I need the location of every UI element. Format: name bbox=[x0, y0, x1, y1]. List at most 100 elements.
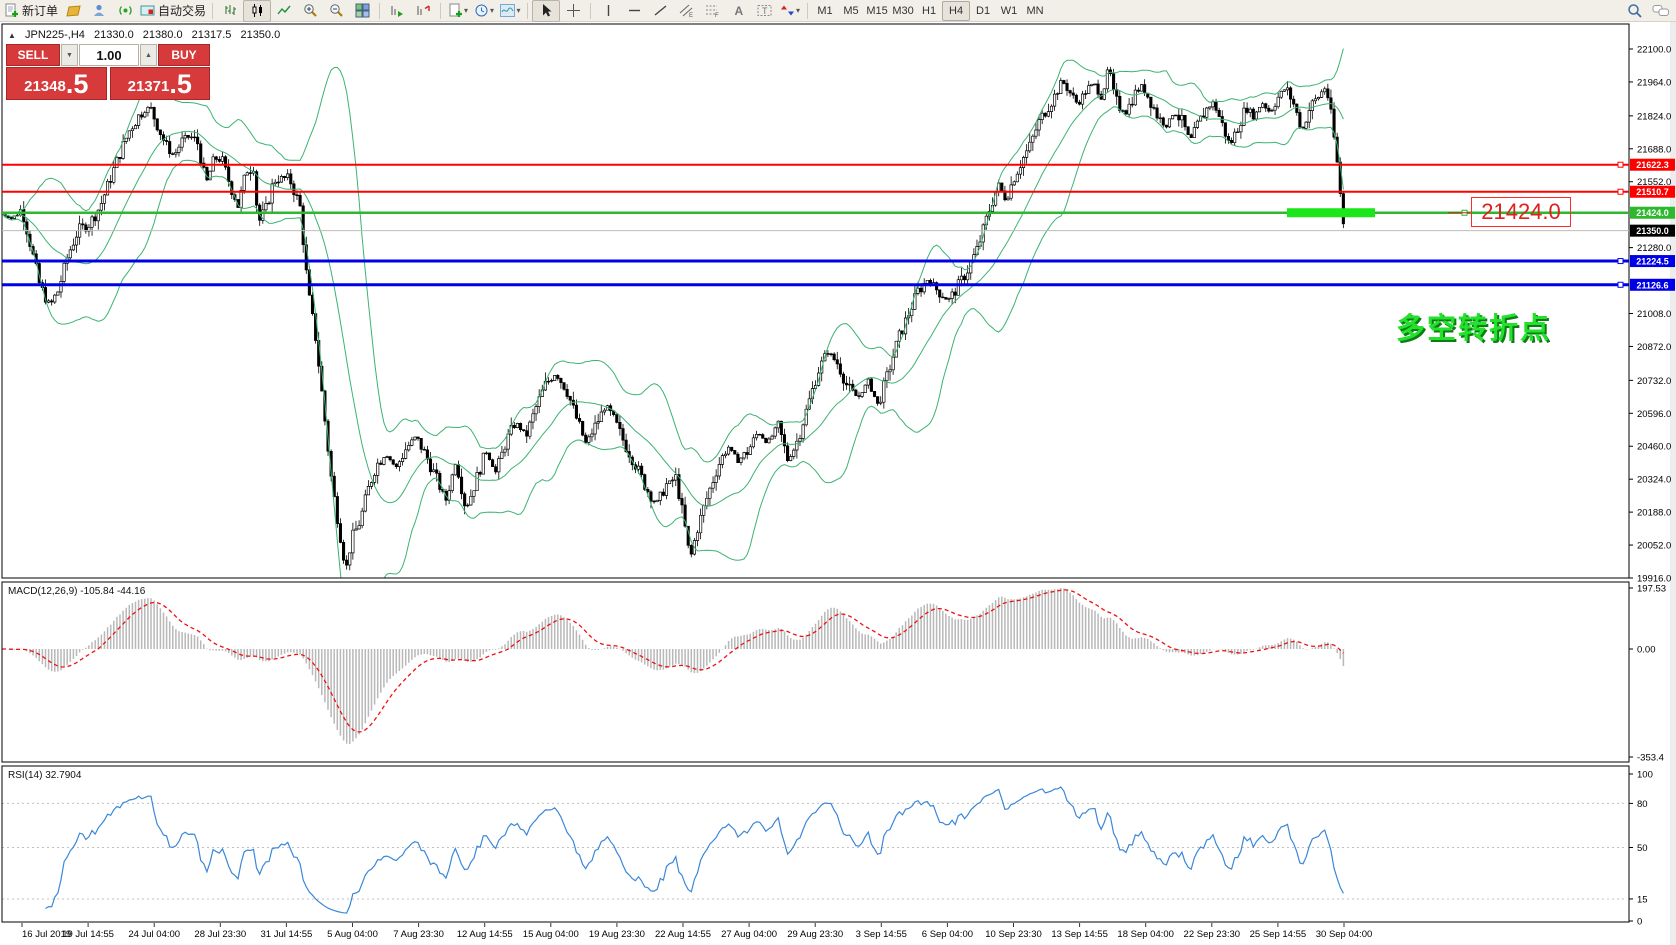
volume-input[interactable]: 1.00 bbox=[79, 44, 139, 66]
svg-text:20460.0: 20460.0 bbox=[1637, 442, 1671, 453]
volume-increase-button[interactable]: ▲ bbox=[140, 44, 157, 66]
dropdown-arrow-icon[interactable]: ▾ bbox=[464, 6, 468, 15]
template-button[interactable]: ▾ bbox=[497, 1, 523, 21]
svg-text:20052.0: 20052.0 bbox=[1637, 541, 1671, 552]
svg-text:F: F bbox=[715, 13, 719, 18]
tab-timeframe-M1[interactable]: M1 bbox=[812, 2, 838, 20]
text-label-tool-button[interactable]: T bbox=[751, 1, 777, 21]
channel-tool-button[interactable]: E bbox=[673, 1, 699, 21]
svg-text:29 Aug 23:30: 29 Aug 23:30 bbox=[787, 929, 843, 940]
line-chart-icon bbox=[277, 3, 292, 18]
auto-scroll-button[interactable] bbox=[384, 1, 410, 21]
profiles-button[interactable] bbox=[86, 1, 112, 21]
ohlc-low: 21317.5 bbox=[192, 29, 232, 41]
tab-timeframe-M30[interactable]: M30 bbox=[890, 2, 916, 20]
cursor-icon bbox=[539, 3, 554, 18]
sell-button[interactable]: SELL bbox=[6, 44, 60, 66]
new-order-button[interactable]: 新订单 bbox=[2, 1, 60, 21]
equidistant-channel-icon: E bbox=[679, 3, 694, 18]
one-click-trading-panel: SELL ▼ 1.00 ▲ BUY 21348.5 21371.5 bbox=[6, 44, 210, 100]
fibonacci-icon: F bbox=[705, 3, 720, 18]
price-annotation-box[interactable]: 21424.0 bbox=[1471, 197, 1571, 227]
trendline-tool-button[interactable] bbox=[647, 1, 673, 21]
vertical-line-icon bbox=[601, 3, 616, 18]
tab-timeframe-W1[interactable]: W1 bbox=[996, 2, 1022, 20]
new-chart-button[interactable] bbox=[60, 1, 86, 21]
turning-point-annotation[interactable]: 多空转折点 bbox=[1396, 305, 1551, 347]
time-axis: 16 Jul 201919 Jul 14:5524 Jul 04:0028 Ju… bbox=[22, 923, 1372, 940]
period-button[interactable]: ▾ bbox=[471, 1, 497, 21]
dropdown-arrow-icon[interactable]: ▾ bbox=[796, 6, 800, 15]
buy-price-frac: .5 bbox=[169, 71, 192, 98]
tile-windows-button[interactable] bbox=[349, 1, 375, 21]
bar-chart-button[interactable] bbox=[217, 1, 243, 21]
chart-shift-icon bbox=[416, 3, 431, 18]
tab-timeframe-MN[interactable]: MN bbox=[1022, 2, 1048, 20]
symbol-title: JPN225-,H4 bbox=[25, 29, 85, 41]
svg-text:18 Sep 04:00: 18 Sep 04:00 bbox=[1117, 929, 1174, 940]
tile-windows-icon bbox=[355, 3, 370, 18]
arrows-tool-button[interactable]: ▾ bbox=[777, 1, 803, 21]
toolbar-separator bbox=[590, 3, 591, 19]
text-tool-button[interactable]: A bbox=[725, 1, 751, 21]
dropdown-arrow-icon[interactable]: ▾ bbox=[517, 6, 521, 15]
svg-text:19 Aug 23:30: 19 Aug 23:30 bbox=[589, 929, 645, 940]
svg-text:80: 80 bbox=[1637, 799, 1648, 810]
cursor-tool-button[interactable] bbox=[532, 0, 560, 22]
sell-price[interactable]: 21348.5 bbox=[6, 67, 107, 100]
search-icon bbox=[1627, 3, 1643, 19]
collapse-arrow-icon[interactable]: ▲ bbox=[8, 31, 16, 40]
template-icon bbox=[500, 3, 516, 18]
text-label-icon: T bbox=[757, 3, 772, 18]
chart-canvas[interactable]: 22100.021964.021824.021688.021552.021280… bbox=[0, 22, 1676, 945]
macd-indicator-label: MACD(12,26,9) -105.84 -44.16 bbox=[8, 586, 145, 597]
zoom-out-button[interactable] bbox=[323, 1, 349, 21]
auto-trading-label: 自动交易 bbox=[158, 2, 206, 19]
svg-text:19 Jul 14:55: 19 Jul 14:55 bbox=[62, 929, 114, 940]
clock-icon bbox=[474, 3, 489, 18]
svg-text:25 Sep 14:55: 25 Sep 14:55 bbox=[1250, 929, 1307, 940]
fibonacci-tool-button[interactable]: F bbox=[699, 1, 725, 21]
svg-text:10 Sep 23:30: 10 Sep 23:30 bbox=[985, 929, 1042, 940]
tab-timeframe-H1[interactable]: H1 bbox=[916, 2, 942, 20]
tab-timeframe-M5[interactable]: M5 bbox=[838, 2, 864, 20]
svg-text:7 Aug 23:30: 7 Aug 23:30 bbox=[393, 929, 444, 940]
search-button[interactable] bbox=[1622, 1, 1648, 21]
svg-text:21350.0: 21350.0 bbox=[1636, 226, 1669, 236]
crosshair-icon bbox=[566, 3, 581, 18]
rsi-indicator-label: RSI(14) 32.7904 bbox=[8, 770, 81, 781]
new-order-label: 新订单 bbox=[22, 2, 58, 19]
tab-timeframe-H4[interactable]: H4 bbox=[942, 1, 970, 21]
mt4-window: 新订单 自动交易 ▾ ▾ ▾ E F A T ▾ M bbox=[0, 0, 1676, 945]
chart-shift-button[interactable] bbox=[410, 1, 436, 21]
candlestick-chart-button[interactable] bbox=[243, 0, 271, 22]
toolbar-separator bbox=[212, 3, 213, 19]
profile-icon bbox=[92, 3, 107, 18]
auto-trading-icon bbox=[140, 3, 155, 18]
tab-timeframe-D1[interactable]: D1 bbox=[970, 2, 996, 20]
signals-button[interactable] bbox=[112, 1, 138, 21]
volume-decrease-button[interactable]: ▼ bbox=[61, 44, 78, 66]
vertical-line-tool-button[interactable] bbox=[595, 1, 621, 21]
symbol-info-line: ▲ JPN225-,H4 21330.0 21380.0 21317.5 213… bbox=[8, 29, 286, 41]
chat-button[interactable] bbox=[1648, 1, 1674, 21]
tab-timeframe-M15[interactable]: M15 bbox=[864, 2, 890, 20]
chart-layers: 22100.021964.021824.021688.021552.021280… bbox=[1, 22, 1676, 945]
highlight-bar[interactable] bbox=[1287, 208, 1375, 217]
crosshair-tool-button[interactable] bbox=[560, 1, 586, 21]
buy-button[interactable]: BUY bbox=[158, 44, 210, 66]
horizontal-line-tool-button[interactable] bbox=[621, 1, 647, 21]
line-chart-button[interactable] bbox=[271, 1, 297, 21]
rsi-panel bbox=[2, 766, 1629, 922]
svg-text:20596.0: 20596.0 bbox=[1637, 409, 1671, 420]
dropdown-arrow-icon[interactable]: ▾ bbox=[490, 6, 494, 15]
svg-text:31 Jul 14:55: 31 Jul 14:55 bbox=[261, 929, 313, 940]
svg-text:21224.5: 21224.5 bbox=[1636, 257, 1669, 267]
text-icon: A bbox=[731, 3, 746, 18]
zoom-in-button[interactable] bbox=[297, 1, 323, 21]
chart-window: 22100.021964.021824.021688.021552.021280… bbox=[0, 22, 1676, 945]
trendline-icon bbox=[653, 3, 668, 18]
auto-trading-button[interactable]: 自动交易 bbox=[138, 1, 208, 21]
buy-price[interactable]: 21371.5 bbox=[110, 67, 211, 100]
new-indicator-button[interactable]: ▾ bbox=[445, 1, 471, 21]
